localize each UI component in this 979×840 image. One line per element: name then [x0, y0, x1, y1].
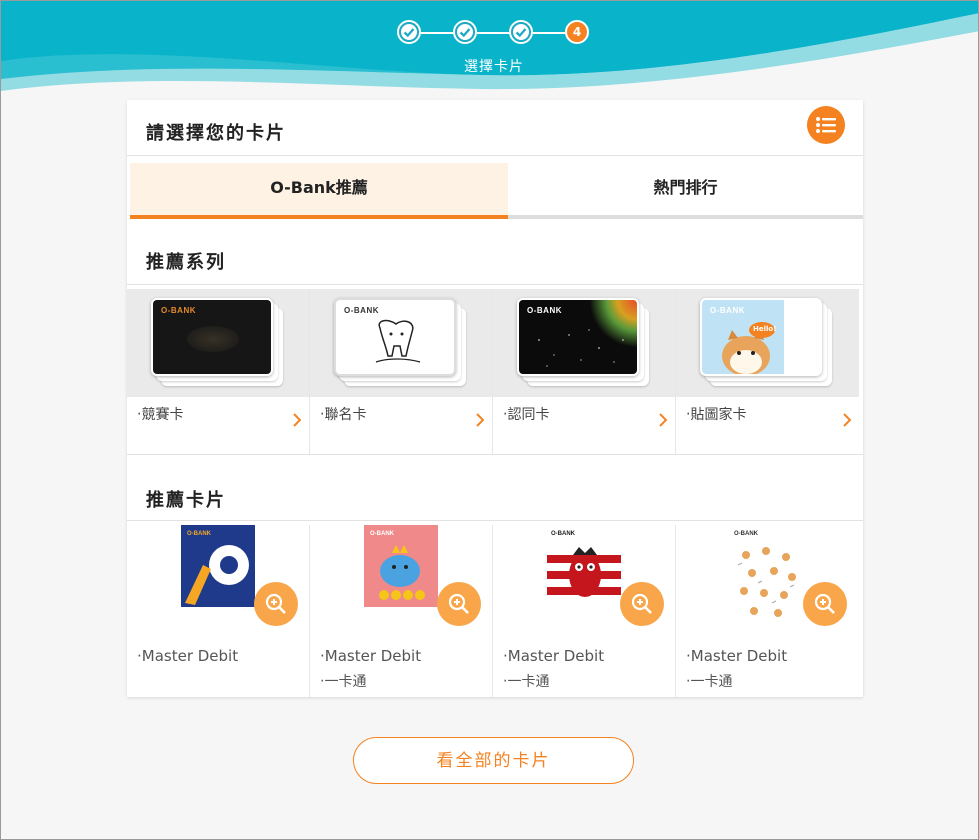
card-image: O-BANK — [181, 525, 255, 607]
series-label: ‧競賽卡 — [137, 407, 184, 423]
card-image: O-BANK — [547, 525, 621, 607]
zoom-in-icon — [631, 593, 652, 614]
chevron-right-icon — [293, 413, 301, 427]
svg-text:O-BANK: O-BANK — [187, 531, 212, 537]
card-tabs: O-Bank推薦 熱門排行 — [130, 163, 863, 219]
menu-button[interactable] — [807, 106, 845, 144]
card-feature-label: ‧一卡通 — [503, 674, 550, 690]
zoom-in-icon — [448, 593, 469, 614]
card-image: O-BANK — [364, 525, 438, 607]
series-label: ‧認同卡 — [503, 407, 550, 423]
series-thumbnail: O-BANK — [127, 289, 309, 397]
card-stack: O-BANK — [151, 298, 283, 386]
series-thumbnail: O-BANK Hello! — [676, 289, 859, 397]
step-connector — [533, 32, 565, 34]
divider — [127, 520, 863, 521]
sticker-card-image: O-BANK Hello! — [700, 298, 822, 376]
tooth-illustration — [375, 319, 421, 363]
divider — [127, 454, 863, 455]
chevron-right-icon — [843, 413, 851, 427]
series-item-competition[interactable]: O-BANK ‧競賽卡 — [127, 289, 310, 454]
card-type-label: ‧Master Debit — [686, 647, 788, 665]
zoom-button[interactable] — [803, 582, 847, 626]
zoom-in-icon — [265, 593, 286, 614]
zoom-in-icon — [814, 593, 835, 614]
svg-text:O-BANK: O-BANK — [734, 531, 759, 537]
affinity-card-image: O-BANK — [517, 298, 639, 376]
card-brand: O-BANK — [161, 306, 196, 315]
series-label: ‧貼圖家卡 — [686, 407, 747, 423]
recommend-section-title: 推薦卡片 — [146, 490, 226, 511]
card-feature-label: ‧一卡通 — [320, 674, 367, 690]
step-1-done — [397, 20, 421, 44]
check-icon — [511, 22, 531, 42]
svg-text:O-BANK: O-BANK — [551, 531, 576, 537]
card-type-label: ‧Master Debit — [137, 647, 239, 665]
check-icon — [455, 22, 475, 42]
hello-sticker-text: Hello! — [753, 325, 777, 333]
card-stack: O-BANK — [517, 298, 649, 386]
stars-pattern — [538, 329, 624, 367]
tab-obank-recommend[interactable]: O-Bank推薦 — [130, 163, 508, 219]
dog-illustration — [722, 322, 775, 374]
card-type-label: ‧Master Debit — [320, 647, 422, 665]
cobrand-card-image: O-BANK — [334, 298, 456, 376]
series-section-title: 推薦系列 — [146, 252, 226, 273]
zoom-button[interactable] — [437, 582, 481, 626]
chevron-right-icon — [659, 413, 667, 427]
series-item-cobrand[interactable]: O-BANK ‧聯名卡 — [310, 289, 493, 454]
svg-text:O-BANK: O-BANK — [370, 531, 395, 537]
recommended-cards-list: O-BANK ‧Master Debit O-BANK ‧Master Debi… — [127, 525, 863, 697]
series-item-sticker[interactable]: O-BANK Hello! ‧貼圖家卡 — [676, 289, 859, 454]
series-list: O-BANK ‧競賽卡 O-BANK ‧聯名卡 O-BANK ‧認同卡 O-BA… — [127, 289, 863, 454]
card-artwork: O-BANK — [734, 531, 796, 617]
step-2-done — [453, 20, 477, 44]
list-icon — [816, 117, 836, 133]
panel-title: 請選擇您的卡片 — [146, 123, 286, 144]
competition-card-image: O-BANK — [151, 298, 273, 376]
card-stack: O-BANK — [334, 298, 466, 386]
card-feature-label: ‧一卡通 — [686, 674, 733, 690]
check-icon — [399, 22, 419, 42]
card-stack: O-BANK Hello! — [700, 298, 832, 386]
step-connector — [477, 32, 509, 34]
step-4-active: 4 — [565, 20, 589, 44]
zoom-button[interactable] — [620, 582, 664, 626]
series-label: ‧聯名卡 — [320, 407, 367, 423]
app-frame: 4 選擇卡片 請選擇您的卡片 O-Bank推薦 熱門排行 推薦系列 O-BANK… — [0, 0, 979, 840]
zoom-button[interactable] — [254, 582, 298, 626]
step-3-done — [509, 20, 533, 44]
recommended-card-item[interactable]: O-BANK ‧Master Debit ‧一卡通 — [493, 525, 676, 697]
chevron-right-icon — [476, 413, 484, 427]
current-step-title: 選擇卡片 — [464, 59, 524, 75]
card-image: O-BANK — [732, 525, 804, 637]
tab-popular-ranking[interactable]: 熱門排行 — [508, 163, 863, 219]
panel-header: 請選擇您的卡片 — [127, 100, 863, 156]
series-thumbnail: O-BANK — [310, 289, 492, 397]
series-thumbnail: O-BANK — [493, 289, 675, 397]
card-artwork: O-BANK — [370, 531, 425, 600]
header-wave — [1, 1, 978, 91]
recommended-card-item[interactable]: O-BANK ‧Master Debit ‧一卡通 — [676, 525, 859, 697]
card-artwork: O-BANK — [547, 531, 621, 597]
recommended-card-item[interactable]: O-BANK ‧Master Debit — [127, 525, 310, 697]
card-artwork: O-BANK — [185, 531, 249, 605]
divider — [127, 284, 863, 285]
progress-stepper: 4 — [397, 20, 593, 46]
recommended-card-item[interactable]: O-BANK ‧Master Debit ‧一卡通 — [310, 525, 493, 697]
card-selection-panel: 請選擇您的卡片 O-Bank推薦 熱門排行 推薦系列 O-BANK ‧競賽卡 O… — [127, 100, 863, 697]
card-type-label: ‧Master Debit — [503, 647, 605, 665]
view-all-cards-button[interactable]: 看全部的卡片 — [353, 737, 634, 784]
step-connector — [421, 32, 453, 34]
series-item-affinity[interactable]: O-BANK ‧認同卡 — [493, 289, 676, 454]
